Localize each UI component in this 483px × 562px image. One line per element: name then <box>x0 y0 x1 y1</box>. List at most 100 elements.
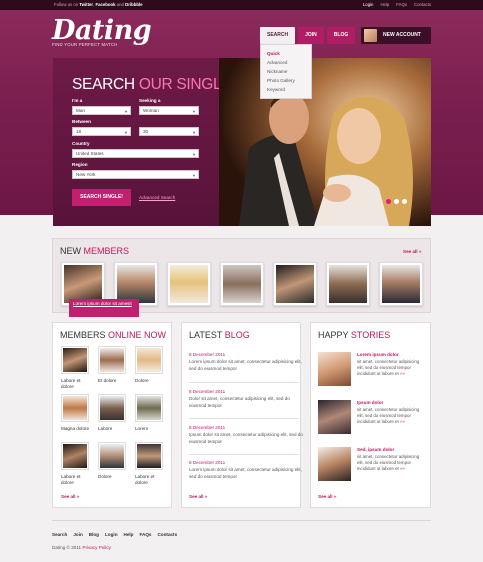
dropdown-item-keyword[interactable]: Keyword <box>267 85 305 94</box>
latest-blog-see-all[interactable]: See all » <box>189 494 207 499</box>
top-bar: Follow us on Twitter, Facebook and Dribb… <box>0 0 483 10</box>
online-member-photo[interactable] <box>135 394 163 422</box>
online-member-photo[interactable] <box>61 442 89 470</box>
new-member-thumb[interactable] <box>273 262 317 306</box>
footer-link-blog[interactable]: Blog <box>89 532 99 537</box>
blog-post-date: 8 December 2011 <box>189 389 226 394</box>
story-photo[interactable] <box>318 400 351 434</box>
im-label: I'm a <box>72 98 83 103</box>
chevron-down-icon: ▼ <box>192 173 196 178</box>
online-member-photo[interactable] <box>98 394 126 422</box>
privacy-policy-link[interactable]: Privacy Policy <box>82 545 111 550</box>
online-member-name[interactable]: Et dolore <box>98 378 128 384</box>
online-member-name[interactable]: Labore et dolore <box>61 378 91 390</box>
im-select[interactable]: Man ▼ <box>72 106 131 115</box>
story-title[interactable]: Sed, ipsum dolor <box>357 447 394 452</box>
seeking-label: Seeking a <box>139 98 161 103</box>
story-more-link[interactable]: »» <box>400 371 405 376</box>
slide-dot-2[interactable] <box>394 199 399 204</box>
new-member-thumb[interactable] <box>167 262 211 306</box>
slider-pagination <box>386 199 407 204</box>
chevron-down-icon: ▼ <box>124 130 128 135</box>
top-link-faqs[interactable]: FAQs <box>396 2 407 7</box>
and-text: and <box>116 2 124 7</box>
nav-blog[interactable]: BLOG <box>326 27 356 44</box>
region-select[interactable]: New York ▼ <box>72 170 199 179</box>
online-member-name[interactable]: Lorem <box>135 426 165 432</box>
nav-search[interactable]: SEARCH <box>260 27 296 44</box>
online-member-name[interactable]: Dolore <box>135 378 165 384</box>
footer-link-help[interactable]: Help <box>124 532 134 537</box>
latest-blog-title: LATEST BLOG <box>189 330 250 340</box>
dropdown-item-nickname[interactable]: Nickname <box>267 67 305 76</box>
new-member-thumb[interactable] <box>220 262 264 306</box>
footer-link-contacts[interactable]: Contacts <box>157 532 177 537</box>
member-tooltip[interactable]: Lorem ipsum dolor sit amesit <box>69 299 139 317</box>
age-to-select[interactable]: 30 ▼ <box>139 127 199 136</box>
story-more-link[interactable]: »» <box>400 419 405 424</box>
country-select[interactable]: United States ▼ <box>72 149 199 158</box>
copyright-text: Dating © 2011 <box>52 545 82 550</box>
story-more-link[interactable]: »» <box>400 466 405 471</box>
happy-stories-see-all[interactable]: See all » <box>318 494 336 499</box>
story-photo[interactable] <box>318 447 351 481</box>
slide-dot-1[interactable] <box>386 199 391 204</box>
couple-icon <box>364 29 377 42</box>
advanced-search-link[interactable]: Advanced Search <box>139 195 175 200</box>
online-member-name[interactable]: Dolore <box>98 474 128 480</box>
age-from-select[interactable]: 18 ▼ <box>72 127 131 136</box>
happy-stories-title-main: HAPPY <box>318 330 349 340</box>
online-member-name[interactable]: Labore et dolore <box>135 474 165 486</box>
online-member-photo[interactable] <box>98 442 126 470</box>
story-photo[interactable] <box>318 352 351 386</box>
twitter-link[interactable]: Twitter <box>79 2 93 7</box>
top-links: Login Help FAQs Contacts <box>363 2 431 7</box>
nav-join[interactable]: JOIN <box>298 27 324 44</box>
logo-tagline: FIND YOUR PERFECT MATCH <box>52 42 118 47</box>
chevron-down-icon: ▼ <box>192 152 196 157</box>
story-title[interactable]: Lorem ipsum dolor <box>357 352 399 357</box>
blog-post-date: 8 December 2011 <box>189 352 226 357</box>
slide-dot-3[interactable] <box>402 199 407 204</box>
members-online-see-all[interactable]: See all » <box>61 494 79 499</box>
latest-blog-panel <box>181 322 301 508</box>
dropdown-item-quick[interactable]: Quick <box>267 49 305 58</box>
top-link-contacts[interactable]: Contacts <box>414 2 431 7</box>
online-member-photo[interactable] <box>61 394 89 422</box>
online-member-name[interactable]: Labore <box>98 426 128 432</box>
seeking-value: Woman <box>143 108 159 113</box>
footer-link-faqs[interactable]: FAQs <box>139 532 151 537</box>
dribbble-link[interactable]: Dribbble <box>125 2 142 7</box>
story-title[interactable]: Ipsum dolor <box>357 400 383 405</box>
search-singles-button[interactable]: SEARCH SINGLE! <box>72 189 131 206</box>
blog-post-excerpt[interactable]: Dolor sit amet, consectetur adipisicing … <box>189 396 304 409</box>
online-member-photo[interactable] <box>61 346 89 374</box>
top-link-help[interactable]: Help <box>380 2 389 7</box>
footer-link-search[interactable]: Search <box>52 532 67 537</box>
online-member-photo[interactable] <box>98 346 126 374</box>
online-member-photo[interactable] <box>135 442 163 470</box>
seeking-select[interactable]: Woman ▼ <box>139 106 199 115</box>
story-excerpt-text: sit amet, consectetur adipisicing elit, … <box>357 407 420 425</box>
new-members-see-all[interactable]: See all » <box>403 249 421 254</box>
new-account-button[interactable]: NEW ACCOUNT <box>361 27 431 44</box>
story-excerpt: sit amet, consectetur adipisicing elit, … <box>357 359 423 377</box>
online-member-name[interactable]: Labore et dolore <box>61 474 91 486</box>
online-member-photo[interactable] <box>135 346 163 374</box>
top-link-login[interactable]: Login <box>363 2 374 7</box>
blog-post-excerpt[interactable]: Lorem ipsum dolor sit amet, consectetur … <box>189 467 304 480</box>
footer-link-join[interactable]: Join <box>73 532 82 537</box>
main-nav: SEARCH JOIN BLOG <box>260 27 356 44</box>
dropdown-item-advanced[interactable]: Advanced <box>267 58 305 67</box>
blog-post-excerpt[interactable]: Ipsum dolor sit amet, consectetur adipis… <box>189 432 304 445</box>
new-member-thumb[interactable] <box>326 262 370 306</box>
latest-blog-title-accent: BLOG <box>224 330 250 340</box>
region-value: New York <box>76 172 96 177</box>
dropdown-item-photo-gallery[interactable]: Photo Gallery <box>267 76 305 85</box>
online-member-name[interactable]: Magna dolore <box>61 426 91 432</box>
blog-post-excerpt[interactable]: Lorem ipsum dolor sit amet, consectetur … <box>189 359 304 372</box>
new-members-title-accent: MEMBERS <box>83 246 130 256</box>
footer-link-login[interactable]: Login <box>105 532 118 537</box>
facebook-link[interactable]: Facebook <box>96 2 116 7</box>
new-member-thumb[interactable] <box>379 262 423 306</box>
